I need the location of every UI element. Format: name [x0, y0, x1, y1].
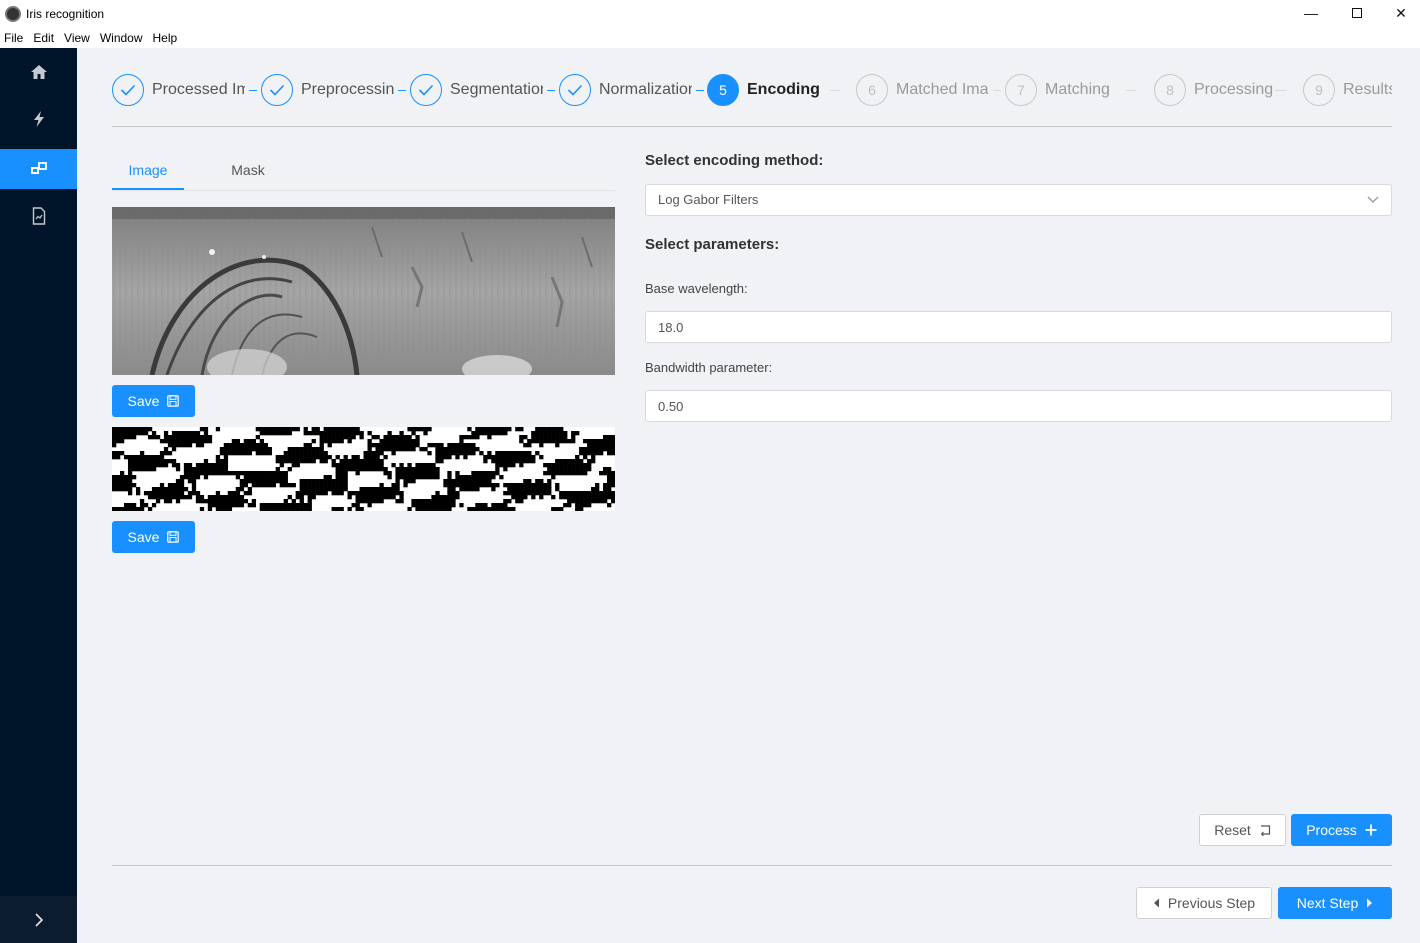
lightning-icon: [33, 111, 44, 127]
normalized-iris-image: [112, 207, 615, 375]
step-number: 7: [1005, 74, 1037, 106]
parameters-heading: Select parameters:: [645, 236, 780, 253]
reset-icon: [1260, 825, 1270, 836]
iris-code-image: [112, 427, 615, 511]
tab-mask[interactable]: Mask: [212, 152, 284, 190]
step-title: Normalization: [599, 81, 692, 98]
step-connector: [993, 90, 1001, 91]
blocks-icon: [30, 162, 47, 174]
step-processing[interactable]: 8 Processing: [1154, 74, 1274, 106]
step-segmentation[interactable]: Segmentation: [410, 74, 545, 106]
step-connector: [398, 90, 406, 91]
wavelength-input[interactable]: [645, 311, 1392, 343]
reset-button[interactable]: Reset: [1199, 814, 1286, 846]
caret-left-icon: [1153, 898, 1159, 908]
step-number: 8: [1154, 74, 1186, 106]
save-code-button[interactable]: Save: [112, 521, 195, 553]
save-image-button[interactable]: Save: [112, 385, 195, 417]
sidebar-item-home[interactable]: [0, 52, 77, 92]
checkmark-icon: [112, 74, 144, 106]
sidebar: [0, 48, 77, 943]
step-number: 6: [856, 74, 888, 106]
title-bar: Iris recognition — ✕: [0, 0, 1420, 28]
bandwidth-label: Bandwidth parameter:: [645, 360, 773, 375]
save-icon: [167, 531, 180, 543]
footer-divider: [112, 865, 1392, 866]
document-icon: [32, 207, 45, 225]
save-icon: [167, 395, 180, 407]
step-title: Processing: [1194, 81, 1274, 98]
menu-bar: File Edit View Window Help: [0, 28, 1420, 48]
step-normalization[interactable]: Normalization: [559, 74, 694, 106]
step-title: Results: [1343, 81, 1392, 98]
home-icon: [30, 65, 47, 79]
step-connector: [547, 90, 555, 91]
step-title: Processed Im: [152, 81, 245, 98]
image-tabs: Image Mask: [112, 152, 615, 191]
steps-divider: [112, 126, 1392, 127]
step-title: Preprocessing: [301, 81, 394, 98]
step-matching[interactable]: 7 Matching: [1005, 74, 1125, 106]
sidebar-item-report[interactable]: [0, 196, 77, 236]
checkmark-icon: [261, 74, 293, 106]
process-button[interactable]: Process: [1291, 814, 1392, 846]
step-title: Matching: [1045, 81, 1110, 98]
tab-image[interactable]: Image: [112, 152, 184, 190]
step-number: 9: [1303, 74, 1335, 106]
step-title: Matched Ima: [896, 81, 989, 98]
steps-bar: Processed Im Preprocessing Segmentation …: [112, 74, 1392, 108]
process-label: Process: [1306, 822, 1357, 838]
menu-edit[interactable]: Edit: [29, 28, 60, 48]
next-step-button[interactable]: Next Step: [1278, 887, 1392, 919]
save-label: Save: [127, 529, 160, 545]
plus-icon: [1365, 824, 1377, 836]
bandwidth-input[interactable]: [645, 390, 1392, 422]
encoding-method-heading: Select encoding method:: [645, 152, 824, 169]
save-label: Save: [127, 393, 160, 409]
caret-right-icon: [1367, 898, 1373, 908]
step-processed-image[interactable]: Processed Im: [112, 74, 247, 106]
previous-step-label: Previous Step: [1167, 895, 1256, 911]
encoding-method-value: Log Gabor Filters: [658, 192, 759, 207]
chevron-right-icon: [34, 912, 43, 927]
step-number: 5: [707, 74, 739, 106]
step-matched-image[interactable]: 6 Matched Ima: [856, 74, 991, 106]
step-connector: [249, 90, 257, 91]
menu-view[interactable]: View: [60, 28, 96, 48]
checkmark-icon: [559, 74, 591, 106]
encoding-method-select[interactable]: Log Gabor Filters: [645, 184, 1392, 216]
app-icon: [5, 6, 21, 22]
next-step-label: Next Step: [1296, 895, 1359, 911]
step-encoding[interactable]: 5 Encoding: [707, 74, 827, 106]
minimize-button[interactable]: —: [1288, 0, 1334, 28]
chevron-down-icon: [1367, 196, 1379, 203]
step-connector: [830, 90, 840, 91]
step-connector: [696, 90, 704, 91]
window-title: Iris recognition: [26, 7, 105, 21]
step-title: Segmentation: [450, 81, 543, 98]
menu-window[interactable]: Window: [96, 28, 149, 48]
wavelength-label: Base wavelength:: [645, 281, 748, 296]
sidebar-item-process[interactable]: [0, 99, 77, 139]
maximize-icon: [1352, 8, 1362, 18]
menu-help[interactable]: Help: [149, 28, 184, 48]
step-connector: [1126, 90, 1136, 91]
close-button[interactable]: ✕: [1378, 0, 1420, 28]
step-title: Encoding: [747, 81, 820, 98]
menu-file[interactable]: File: [0, 28, 29, 48]
previous-step-button[interactable]: Previous Step: [1136, 887, 1272, 919]
step-preprocessing[interactable]: Preprocessing: [261, 74, 396, 106]
maximize-button[interactable]: [1334, 0, 1380, 28]
step-results[interactable]: 9 Results: [1303, 74, 1392, 106]
reset-label: Reset: [1214, 822, 1251, 838]
step-connector: [1275, 90, 1287, 91]
sidebar-item-pipeline[interactable]: [0, 149, 77, 189]
sidebar-expand-button[interactable]: [0, 896, 77, 943]
checkmark-icon: [410, 74, 442, 106]
